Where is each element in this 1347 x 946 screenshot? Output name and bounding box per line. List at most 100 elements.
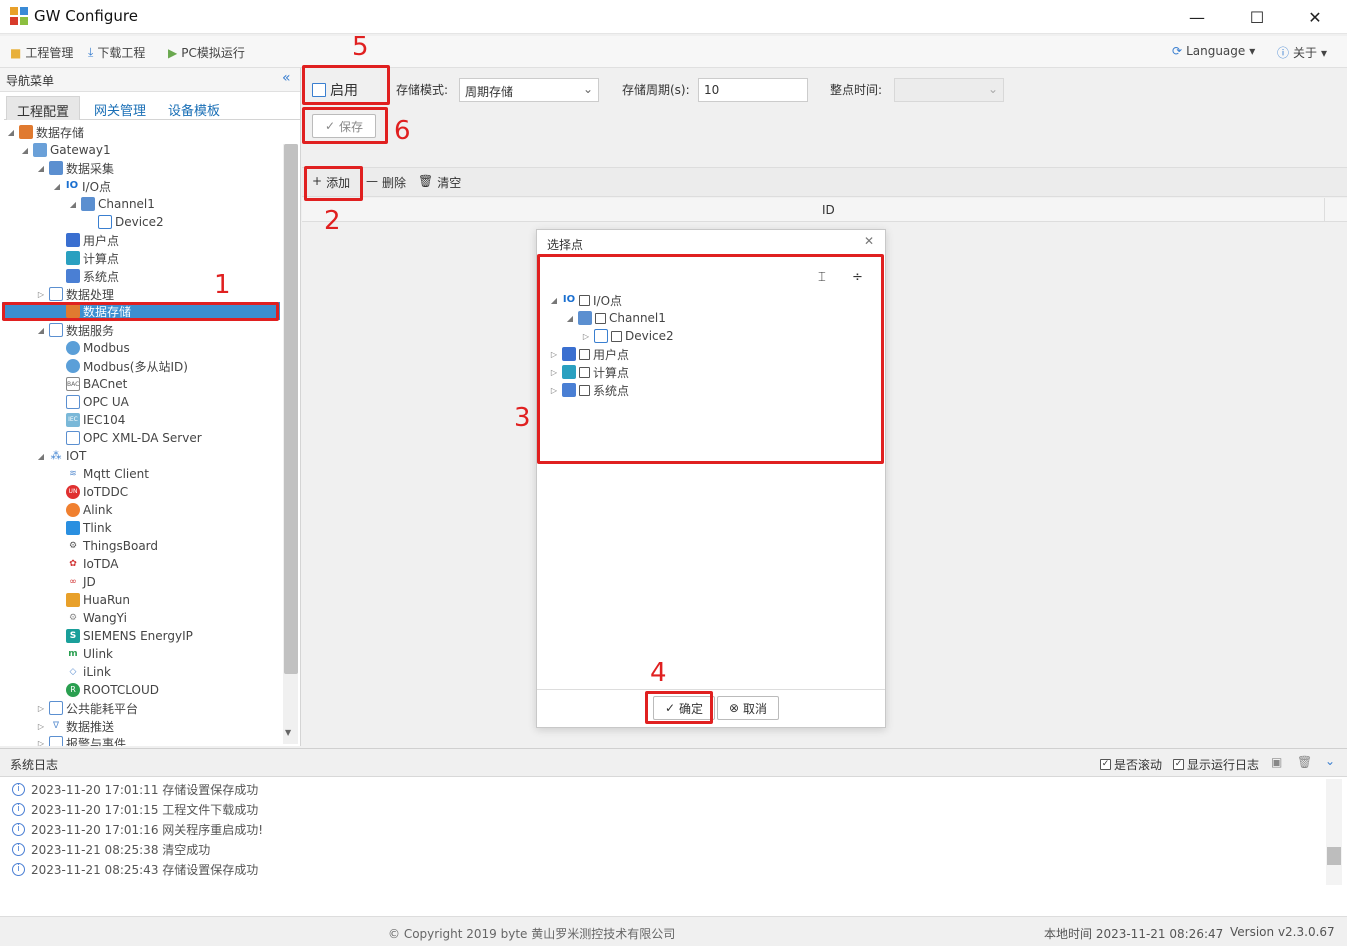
tree-node-tlink[interactable]: Tlink	[66, 519, 112, 537]
tree-node-iotda[interactable]: ✿ IoTDA	[66, 555, 118, 573]
tree-node-opcxml[interactable]: OPC XML-DA Server	[66, 429, 202, 447]
tree-node-calc[interactable]: 计算点	[66, 249, 119, 267]
tree-node-ilink[interactable]: ◇ iLink	[66, 663, 111, 681]
log-header: 系统日志 ✓ 是否滚动 ✓ 显示运行日志 ▣ 🗑 ⌄	[0, 749, 1347, 777]
tree-node-thingsboard[interactable]: ⚙ ThingsBoard	[66, 537, 158, 555]
tree-node-opcua[interactable]: OPC UA	[66, 393, 129, 411]
nav-scrollbar-thumb[interactable]	[284, 144, 298, 674]
clear-button[interactable]: 🗑 清空	[418, 174, 461, 191]
siemens-icon: S	[66, 629, 80, 643]
delete-button[interactable]: — 删除	[366, 174, 406, 191]
column-id[interactable]: ID	[822, 203, 835, 217]
tree-node-acq[interactable]: ◢ 数据采集	[36, 159, 114, 177]
annotation-box-5	[302, 65, 390, 105]
help-icon: ⓘ	[1277, 46, 1290, 60]
menu-download[interactable]: ⤓ 下载工程	[88, 44, 145, 61]
tree-node-rootcloud[interactable]: R ROOTCLOUD	[66, 681, 159, 699]
app-title: GW Configure	[34, 7, 138, 25]
tree-label: 数据服务	[66, 323, 115, 338]
save-log-icon[interactable]: ▣	[1271, 755, 1282, 769]
tree-node-sys[interactable]: 系统点	[66, 267, 119, 285]
log-text: 2023-11-20 17:01:16 网关程序重启成功!	[31, 822, 264, 837]
storage-icon	[19, 125, 33, 139]
play-icon: ▶	[168, 45, 178, 60]
annotation-box-1	[2, 302, 279, 321]
annotation-1: 1	[214, 270, 231, 300]
gateway-icon	[33, 143, 47, 157]
tree-node-alink[interactable]: Alink	[66, 501, 112, 519]
scroll-down-icon[interactable]: ▼	[285, 728, 291, 737]
clear-label: 清空	[437, 176, 462, 190]
chevrons-down-icon[interactable]: ⌄	[1325, 754, 1335, 768]
maximize-button[interactable]: ☐	[1228, 0, 1286, 34]
period-input[interactable]: 10	[698, 78, 808, 102]
tree-node-push[interactable]: ▷ ∇ 数据推送	[36, 717, 114, 735]
annotation-box-4	[645, 691, 713, 724]
log-text: 2023-11-20 17:01:15 工程文件下载成功	[31, 802, 259, 817]
tree-node-wangyi[interactable]: ⚙ WangYi	[66, 609, 127, 627]
alink-icon	[66, 503, 80, 517]
tree-node-io[interactable]: ◢ IO I/O点	[52, 177, 111, 195]
log-scrollbar-thumb[interactable]	[1327, 847, 1341, 865]
tree-label: Device2	[115, 215, 164, 229]
dialog-footer-divider	[537, 689, 885, 690]
time-select[interactable]: ⌄	[894, 78, 1004, 102]
period-label: 存储周期(s):	[622, 83, 690, 97]
tree-label: IEC104	[83, 413, 126, 427]
tab-project-config[interactable]: 工程配置	[6, 96, 81, 120]
minimize-button[interactable]: —	[1168, 0, 1226, 34]
tree-node-service[interactable]: ◢ 数据服务	[36, 321, 114, 339]
tree-node-alarm[interactable]: ▷ 报警与事件	[36, 734, 126, 746]
auto-scroll-checkbox[interactable]: ✓ 是否滚动	[1100, 756, 1162, 773]
minus-icon: —	[366, 174, 378, 188]
tree-node-user[interactable]: 用户点	[66, 231, 119, 249]
tree-node-modbus[interactable]: Modbus	[66, 339, 130, 357]
info-icon: i	[12, 862, 25, 876]
tree-label: ThingsBoard	[83, 539, 159, 553]
tab-gateway-manage[interactable]: 网关管理	[84, 96, 156, 120]
tree-node-device[interactable]: Device2	[98, 213, 164, 231]
annotation-3: 3	[514, 403, 531, 433]
menu-about[interactable]: ⓘ 关于 ▾	[1277, 44, 1327, 61]
close-icon[interactable]: ✕	[864, 234, 874, 248]
tree-node-mqtt[interactable]: ≋ Mqtt Client	[66, 465, 149, 483]
trash-icon[interactable]: 🗑	[1297, 755, 1312, 769]
tree-label: Tlink	[83, 521, 112, 535]
log-text: 2023-11-21 08:25:38 清空成功	[31, 842, 211, 857]
show-log-checkbox[interactable]: ✓ 显示运行日志	[1173, 756, 1259, 773]
column-divider	[1324, 198, 1325, 222]
collapse-icon[interactable]: «	[282, 70, 291, 86]
modbus-icon	[66, 359, 80, 373]
tab-device-template[interactable]: 设备模板	[158, 96, 230, 120]
log-scrollbar[interactable]	[1326, 779, 1342, 885]
tree-node-iotddc[interactable]: UN IoTDDC	[66, 483, 128, 501]
huawei-icon: ✿	[69, 559, 77, 569]
tree-node-iot[interactable]: ◢ ⁂ IOT	[36, 447, 86, 465]
tree-node-energy[interactable]: ▷ 公共能耗平台	[36, 699, 138, 717]
tree-node-jd[interactable]: ∞ JD	[66, 573, 96, 591]
close-button[interactable]: ✕	[1286, 0, 1344, 34]
tree-node-gateway[interactable]: ◢ Gateway1	[20, 141, 111, 159]
chart-icon	[49, 161, 63, 175]
cancel-button[interactable]: ⊗ 取消	[717, 696, 779, 720]
menu-language[interactable]: ⟳ Language ▾	[1172, 44, 1255, 58]
menu-project-label: 工程管理	[25, 46, 74, 60]
mode-select[interactable]: 周期存储 ⌄	[459, 78, 599, 102]
tree-node-iec104[interactable]: IEC IEC104	[66, 411, 125, 429]
tree-node-huarun[interactable]: HuaRun	[66, 591, 130, 609]
download-icon: ⤓	[88, 45, 94, 59]
user-point-icon	[66, 233, 80, 247]
version: Version v2.3.0.67	[1230, 925, 1335, 939]
tree-node-channel[interactable]: ◢ Channel1	[68, 195, 155, 213]
tree-node-siemens[interactable]: S SIEMENS EnergyIP	[66, 627, 193, 645]
tree-node-ulink[interactable]: m Ulink	[66, 645, 113, 663]
tree-node-modbus-multi[interactable]: Modbus(多从站ID)	[66, 357, 188, 375]
tree-label: Ulink	[83, 647, 114, 661]
tree-node-proc[interactable]: ▷ 数据处理	[36, 285, 114, 303]
tree-node-root[interactable]: ◢ 数据存储	[6, 123, 84, 141]
menu-pc-run[interactable]: ▶ PC模拟运行	[168, 44, 245, 61]
cancel-circle-icon: ⊗	[728, 701, 740, 715]
menu-project[interactable]: ■ 工程管理	[10, 44, 73, 61]
table-header: ID	[302, 198, 1347, 222]
tree-node-bacnet[interactable]: BAC BACnet	[66, 375, 127, 393]
